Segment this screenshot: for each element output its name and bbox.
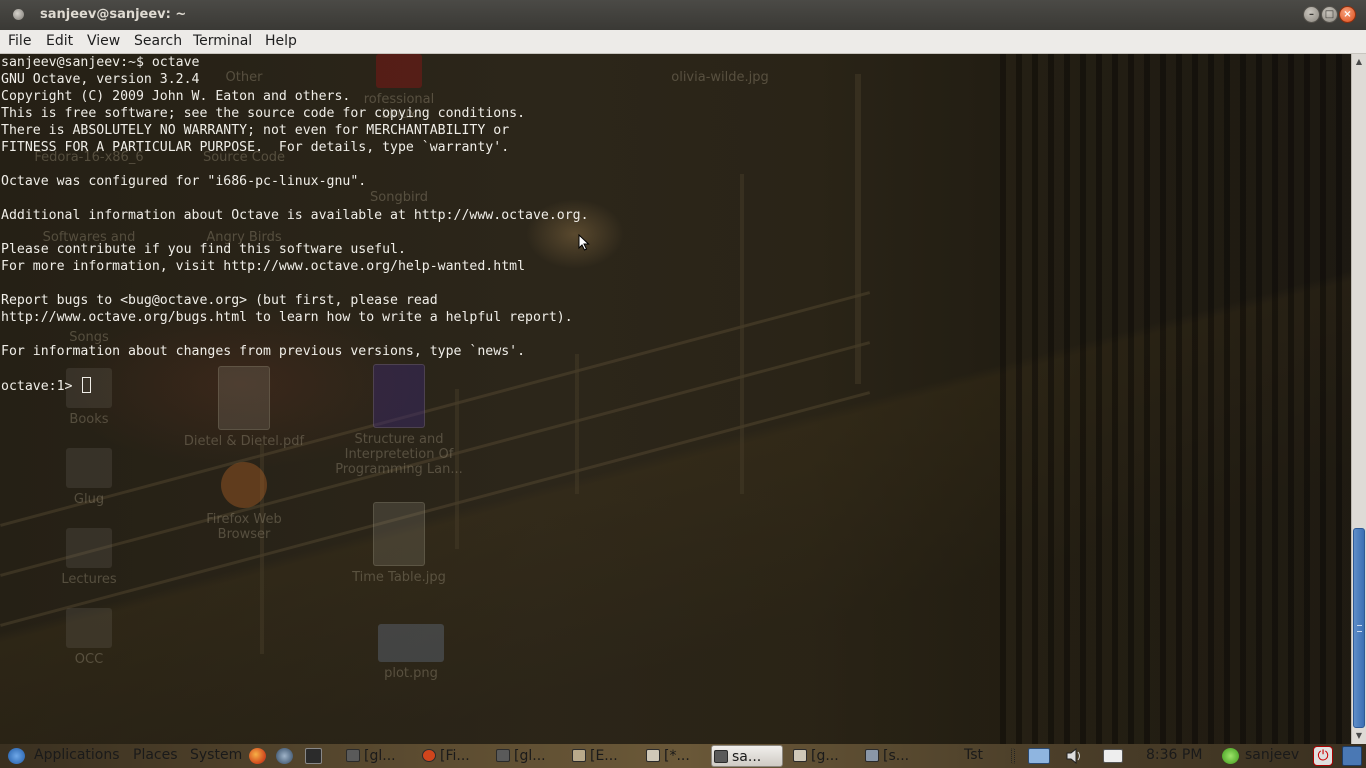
firefox-icon (422, 749, 436, 762)
taskbar-item-active[interactable]: sa... (711, 745, 783, 767)
terminal-prompt-line[interactable]: octave:1> (1, 377, 92, 395)
close-button[interactable]: × (1339, 6, 1356, 23)
mail-icon[interactable] (1103, 749, 1123, 763)
show-desktop-icon[interactable] (1342, 746, 1362, 766)
taskbar-item[interactable]: [gl... (344, 745, 420, 767)
bottom-panel: Applications Places System [gl... [Fi...… (0, 744, 1366, 768)
minimize-button[interactable]: – (1303, 6, 1320, 23)
taskbar-item[interactable]: [*... (644, 745, 710, 767)
document-icon (646, 749, 660, 762)
network-icon[interactable] (1028, 748, 1050, 764)
shutdown-icon[interactable]: ⏻ (1313, 746, 1333, 766)
menu-terminal[interactable]: Terminal (193, 33, 252, 49)
editor-icon (572, 749, 586, 762)
panel-menu-system[interactable]: System (190, 747, 242, 763)
menu-view[interactable]: View (87, 33, 120, 49)
maximize-button[interactable]: □ (1321, 6, 1338, 23)
menu-edit[interactable]: Edit (46, 33, 73, 49)
desktop-icon-dietel-pdf: Dietel & Dietel.pdf (174, 366, 314, 449)
terminal-icon (714, 750, 728, 763)
taskbar-item[interactable]: [E... (570, 745, 642, 767)
clock[interactable]: 8:36 PM (1146, 747, 1202, 763)
window-icon (496, 749, 510, 762)
keyboard-layout-indicator[interactable]: Tst (964, 747, 983, 763)
menu-bar: File Edit View Search Terminal Help (0, 30, 1366, 54)
terminal-output: sanjeev@sanjeev:~$ octave GNU Octave, ve… (1, 55, 589, 359)
desktop-icon-glug: Glug (39, 448, 139, 507)
desktop-icon-firefox: Firefox Web Browser (184, 462, 304, 542)
desktop-icon-structure-interpretation: Structure and Interpretetion Of Programm… (334, 364, 464, 477)
window-titlebar[interactable]: sanjeev@sanjeev: ~ – □ × (0, 0, 1366, 30)
thunderbird-launcher-icon[interactable] (276, 748, 293, 764)
desktop-icon-lectures: Lectures (39, 528, 139, 587)
scroll-up-arrow-icon[interactable]: ▲ (1352, 55, 1366, 69)
taskbar-item[interactable]: [gl... (494, 745, 566, 767)
scroll-grip-icon (1357, 625, 1362, 632)
terminal-scrollbar[interactable]: ▲ ▼ (1351, 54, 1366, 744)
panel-menu-applications[interactable]: Applications (34, 747, 120, 763)
taskbar-item[interactable]: [Fi... (420, 745, 492, 767)
terminal-launcher-icon[interactable] (305, 748, 322, 764)
status-online-icon[interactable] (1222, 748, 1239, 764)
panel-menu-places[interactable]: Places (133, 747, 178, 763)
user-name[interactable]: sanjeev (1245, 747, 1299, 763)
window-icon (346, 749, 360, 762)
scroll-thumb[interactable] (1353, 528, 1365, 728)
mouse-pointer-icon (578, 234, 590, 251)
volume-icon[interactable] (1066, 747, 1083, 765)
menu-search[interactable]: Search (134, 33, 182, 49)
document-icon (793, 749, 807, 762)
image-icon (865, 749, 879, 762)
window-menu-icon[interactable] (13, 9, 24, 20)
desktop-icon-time-table: Time Table.jpg (344, 502, 454, 585)
terminal-area[interactable]: Other rofessional Linux olivia-wilde.jpg… (0, 54, 1351, 744)
text-cursor (82, 377, 92, 393)
desktop-icon-plot-png: plot.png (361, 624, 461, 681)
ubuntu-logo-icon[interactable] (8, 748, 25, 764)
desktop-icon-occ: OCC (39, 608, 139, 667)
panel-handle-icon (1011, 748, 1015, 764)
desktop-screen: sanjeev@sanjeev: ~ – □ × File Edit View … (0, 0, 1366, 768)
window-title: sanjeev@sanjeev: ~ (40, 7, 187, 22)
scroll-down-arrow-icon[interactable]: ▼ (1352, 729, 1366, 743)
taskbar-item[interactable]: [g... (791, 745, 857, 767)
desktop-icon-olivia-wilde: olivia-wilde.jpg (671, 70, 769, 85)
menu-file[interactable]: File (8, 33, 31, 49)
menu-help[interactable]: Help (265, 33, 297, 49)
taskbar-item[interactable]: [s... (863, 745, 933, 767)
firefox-launcher-icon[interactable] (249, 748, 266, 764)
octave-prompt: octave:1> (1, 379, 81, 394)
